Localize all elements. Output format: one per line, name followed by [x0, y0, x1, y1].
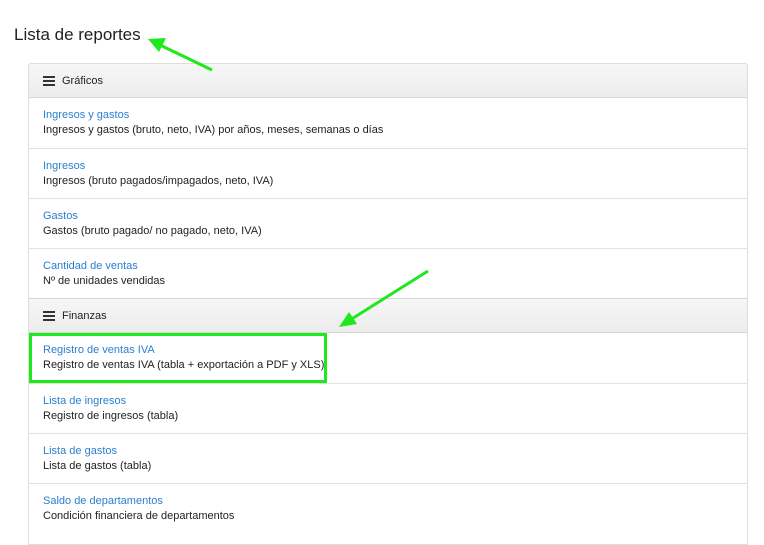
report-link[interactable]: Ingresos y gastos — [43, 108, 747, 123]
report-link[interactable]: Lista de ingresos — [43, 394, 747, 409]
section-header-finanzas: Finanzas — [29, 298, 747, 333]
report-link[interactable]: Lista de gastos — [43, 444, 747, 459]
menu-icon — [43, 76, 55, 86]
list-item: Ingresos y gastos Ingresos y gastos (bru… — [29, 98, 747, 148]
report-link[interactable]: Cantidad de ventas — [43, 259, 747, 274]
report-link[interactable]: Saldo de departamentos — [43, 494, 747, 509]
report-description: Nº de unidades vendidas — [43, 275, 166, 287]
report-description: Registro de ingresos (tabla) — [43, 410, 179, 422]
list-item: Registro de ventas IVA Registro de venta… — [29, 333, 747, 383]
section-header-graficos: Gráficos — [29, 64, 747, 98]
report-description: Registro de ventas IVA (tabla + exportac… — [43, 359, 325, 371]
list-item: Lista de ingresos Registro de ingresos (… — [29, 383, 747, 433]
report-link[interactable]: Registro de ventas IVA — [43, 343, 747, 358]
list-item: Ingresos Ingresos (bruto pagados/impagad… — [29, 148, 747, 198]
page-title: Lista de reportes — [14, 25, 141, 44]
reports-panel: Gráficos Ingresos y gastos Ingresos y ga… — [28, 63, 748, 545]
list-item: Lista de gastos Lista de gastos (tabla) — [29, 433, 747, 483]
report-description: Ingresos (bruto pagados/impagados, neto,… — [43, 175, 274, 187]
report-description: Condición financiera de departamentos — [43, 510, 235, 522]
section-title: Finanzas — [62, 309, 107, 322]
list-item: Saldo de departamentos Condición financi… — [29, 483, 747, 533]
report-description: Gastos (bruto pagado/ no pagado, neto, I… — [43, 225, 262, 237]
report-link[interactable]: Ingresos — [43, 159, 747, 174]
report-link[interactable]: Gastos — [43, 209, 747, 224]
list-item: Gastos Gastos (bruto pagado/ no pagado, … — [29, 198, 747, 248]
list-item: Cantidad de ventas Nº de unidades vendid… — [29, 248, 747, 298]
section-title: Gráficos — [62, 74, 103, 87]
report-description: Lista de gastos (tabla) — [43, 460, 152, 472]
menu-icon — [43, 311, 55, 321]
report-description: Ingresos y gastos (bruto, neto, IVA) por… — [43, 124, 384, 136]
